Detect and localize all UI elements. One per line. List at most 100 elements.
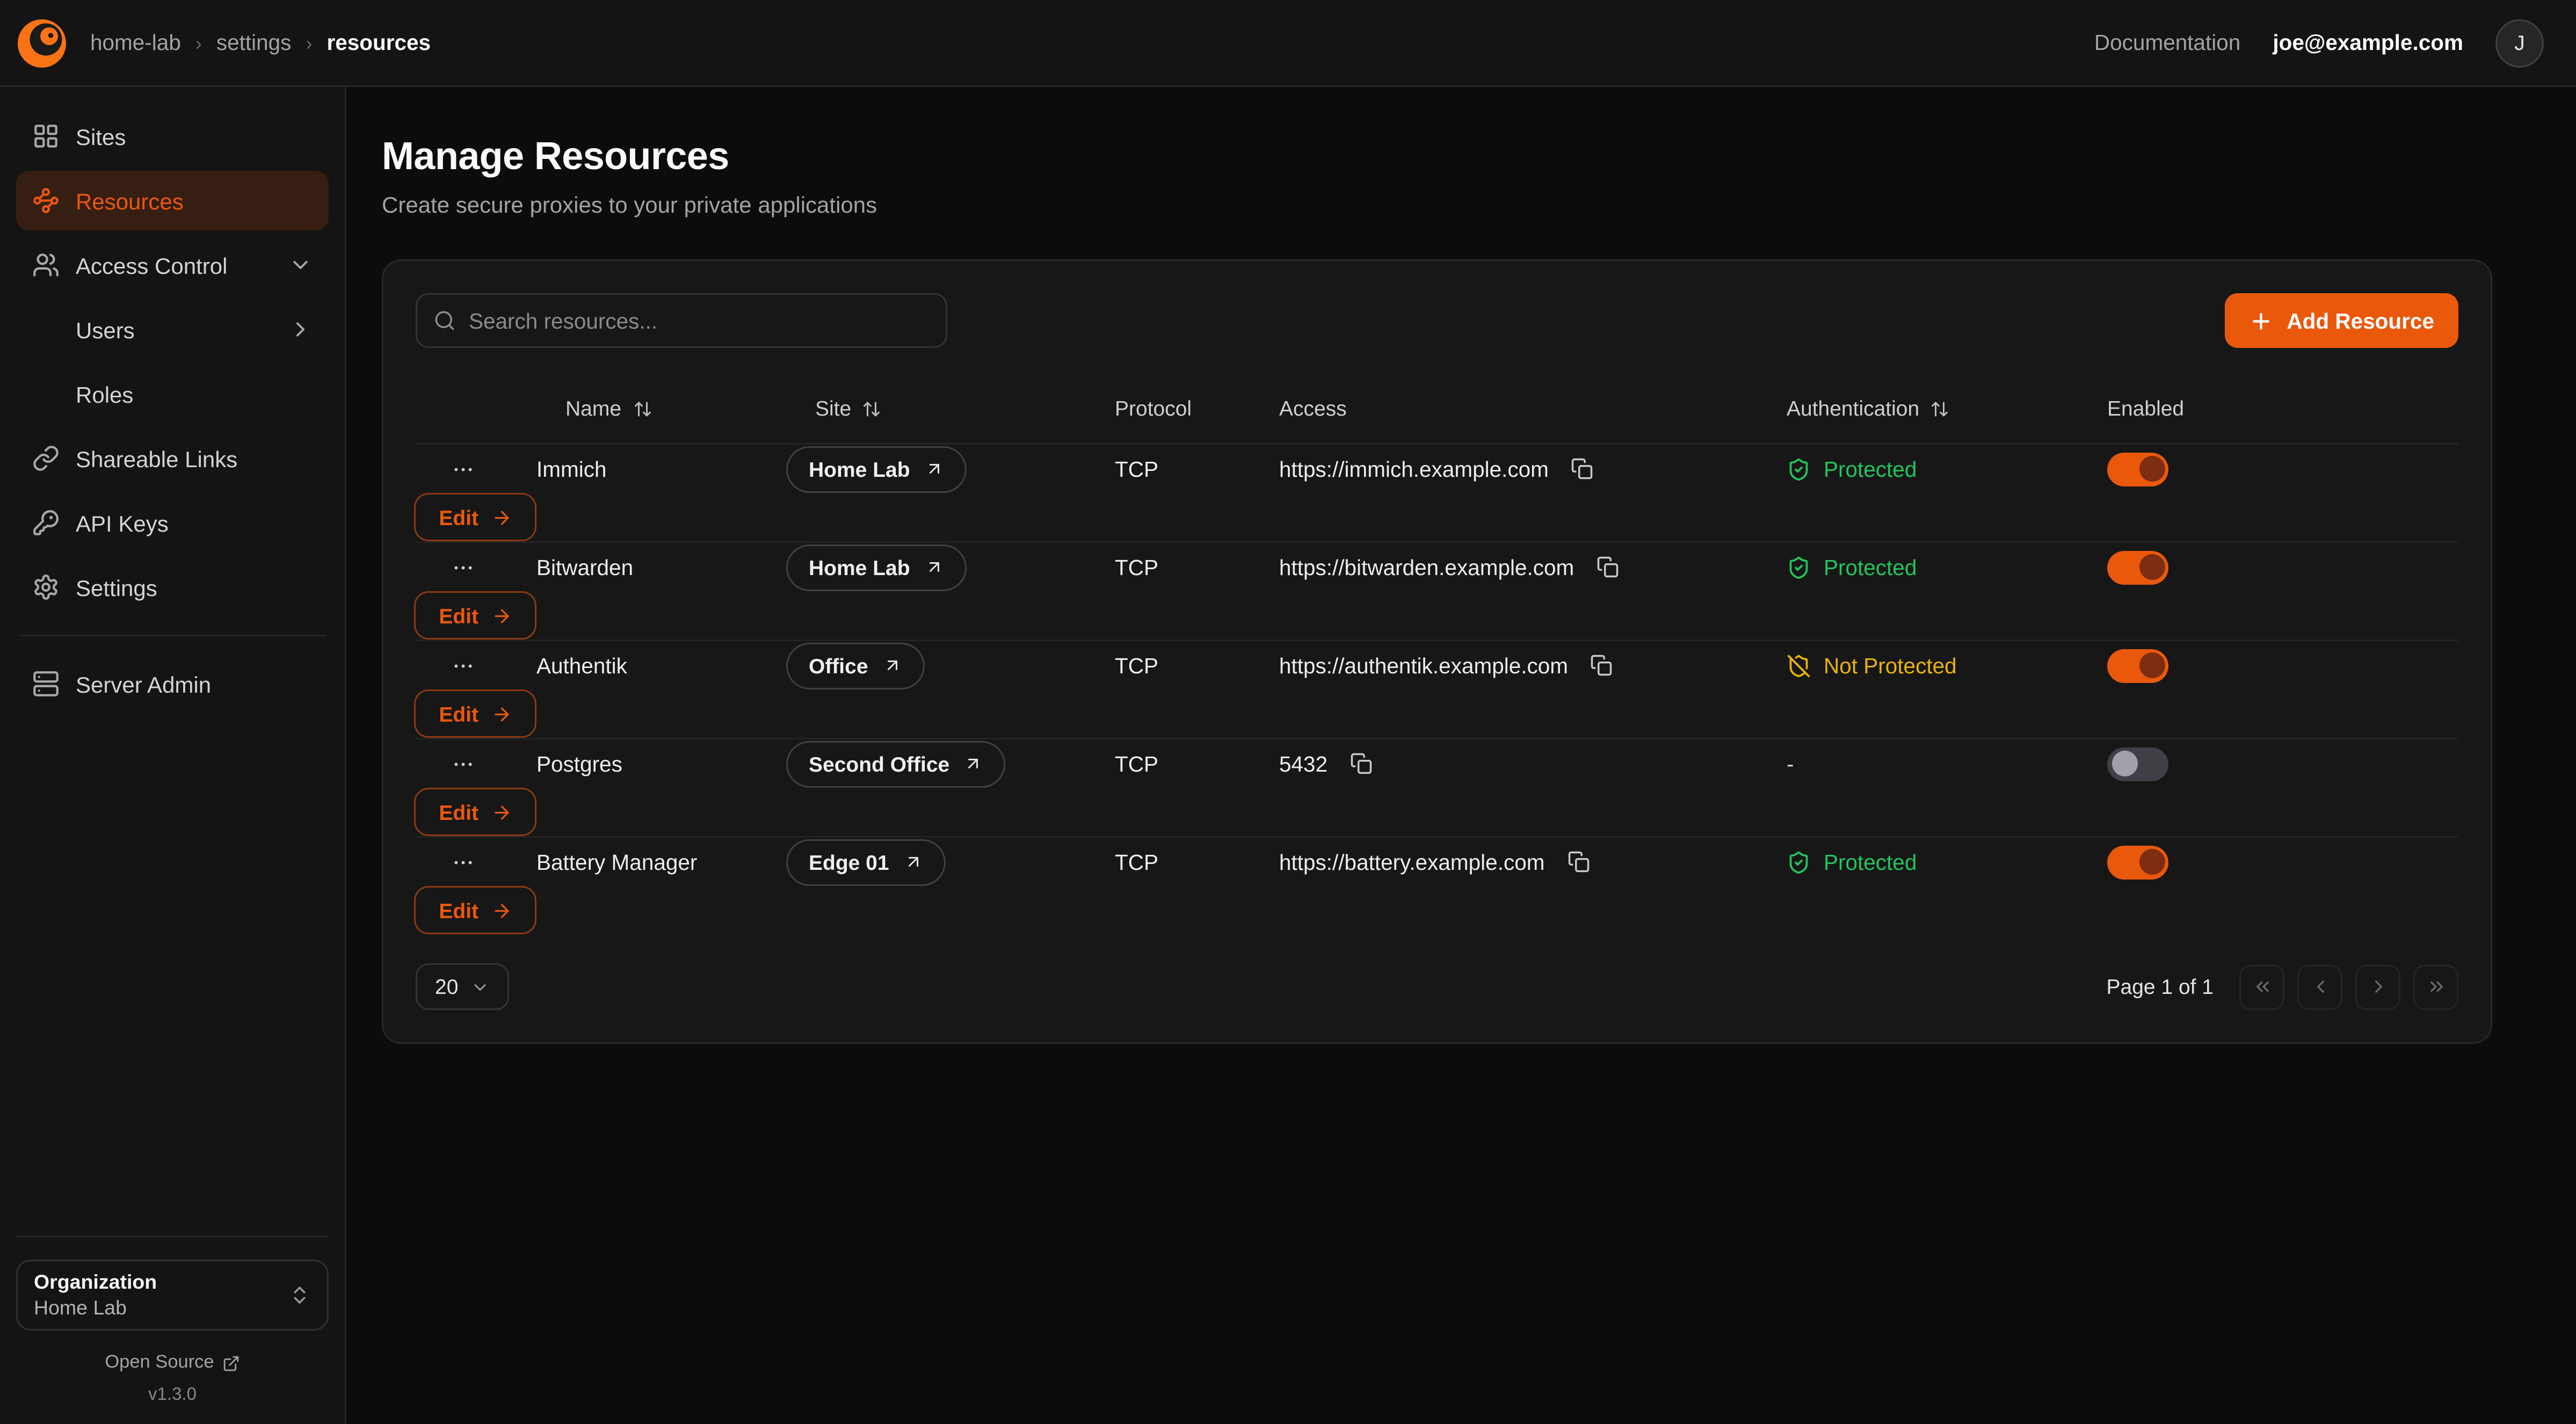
- table-row: Postgres Second Office TCP 5432 - Edit: [416, 739, 2458, 838]
- resource-protocol: TCP: [1115, 457, 1279, 481]
- first-page-button[interactable]: [2239, 964, 2284, 1009]
- breadcrumb-separator: ›: [306, 32, 312, 54]
- enabled-toggle[interactable]: [2107, 550, 2168, 584]
- resource-protocol: TCP: [1115, 752, 1279, 776]
- row-actions-button[interactable]: [438, 641, 487, 689]
- row-actions-button[interactable]: [438, 838, 487, 886]
- copy-button[interactable]: [1342, 744, 1381, 783]
- table-row: Battery Manager Edge 01 TCP https://batt…: [416, 838, 2458, 934]
- sort-icon: [633, 399, 652, 418]
- breadcrumb-org[interactable]: home-lab: [90, 31, 181, 55]
- search-icon: [433, 309, 456, 332]
- sort-by-authentication[interactable]: Authentication: [1787, 396, 1950, 420]
- copy-button[interactable]: [1559, 842, 1598, 881]
- resource-protocol: TCP: [1115, 850, 1279, 874]
- pangolin-logo[interactable]: [16, 17, 68, 69]
- breadcrumb-separator: ›: [195, 32, 202, 54]
- site-link[interactable]: Second Office: [786, 740, 1006, 787]
- sidebar-item-users[interactable]: Users: [16, 300, 329, 359]
- breadcrumb-settings[interactable]: settings: [216, 31, 292, 55]
- organization-selector[interactable]: Organization Home Lab: [16, 1260, 329, 1331]
- chevron-left-icon: [2310, 976, 2331, 997]
- sidebar-nav: Sites Resources Access Control Users Rol…: [16, 106, 329, 714]
- arrow-right-icon: [491, 703, 512, 724]
- page-title: Manage Resources: [382, 135, 2492, 180]
- site-link[interactable]: Edge 01: [786, 839, 946, 885]
- site-link[interactable]: Home Lab: [786, 446, 967, 492]
- site-link[interactable]: Office: [786, 642, 925, 689]
- sidebar-item-settings[interactable]: Settings: [16, 557, 329, 617]
- documentation-link[interactable]: Documentation: [2094, 31, 2240, 55]
- sidebar-item-label: Shareable Links: [76, 446, 237, 471]
- external-link-icon: [222, 1354, 240, 1372]
- sidebar-item-label: Server Admin: [76, 671, 211, 697]
- sidebar-item-resources[interactable]: Resources: [16, 171, 329, 230]
- page-indicator: Page 1 of 1: [2107, 975, 2214, 999]
- external-arrow-icon: [904, 852, 923, 871]
- grid-icon: [32, 122, 60, 150]
- sidebar-item-shareable-links[interactable]: Shareable Links: [16, 428, 329, 488]
- shield-check-icon: [1787, 457, 1811, 481]
- edit-button[interactable]: Edit: [415, 788, 536, 836]
- sidebar-item-roles[interactable]: Roles: [16, 364, 329, 424]
- sidebar-item-label: Users: [76, 317, 135, 343]
- site-link[interactable]: Home Lab: [786, 544, 967, 591]
- edit-button[interactable]: Edit: [415, 591, 536, 640]
- avatar-initial: J: [2514, 31, 2525, 55]
- sidebar-item-access-control[interactable]: Access Control: [16, 235, 329, 295]
- copy-icon: [1571, 457, 1594, 480]
- sort-by-name[interactable]: Name: [536, 396, 652, 420]
- copy-button[interactable]: [1588, 548, 1627, 586]
- main-content: Manage Resources Create secure proxies t…: [346, 87, 2576, 1424]
- shield-off-icon: [1787, 653, 1811, 678]
- prev-page-button[interactable]: [2297, 964, 2342, 1009]
- search-wrap: [416, 293, 947, 348]
- sidebar-item-api-keys[interactable]: API Keys: [16, 493, 329, 553]
- auth-status: Protected: [1787, 555, 2107, 579]
- chevrons-up-down-icon: [288, 1284, 311, 1306]
- add-resource-button[interactable]: Add Resource: [2225, 293, 2458, 348]
- row-actions-button[interactable]: [438, 445, 487, 493]
- card-toolbar: Add Resource: [416, 293, 2458, 348]
- enabled-toggle[interactable]: [2107, 747, 2168, 781]
- edit-button[interactable]: Edit: [415, 493, 536, 541]
- waypoints-icon: [32, 187, 60, 214]
- user-email[interactable]: joe@example.com: [2273, 31, 2463, 55]
- app-root: home-lab › settings › resources Document…: [0, 0, 2576, 1424]
- access-url: 5432: [1279, 752, 1327, 776]
- page-size-select[interactable]: 20: [416, 963, 510, 1010]
- enabled-toggle[interactable]: [2107, 649, 2168, 682]
- external-arrow-icon: [964, 754, 983, 773]
- key-icon: [32, 509, 60, 536]
- edit-button[interactable]: Edit: [415, 689, 536, 738]
- row-actions-button[interactable]: [438, 739, 487, 788]
- sidebar-item-sites[interactable]: Sites: [16, 106, 329, 166]
- enabled-toggle[interactable]: [2107, 845, 2168, 879]
- arrow-right-icon: [491, 900, 512, 921]
- open-source-link[interactable]: Open Source: [16, 1353, 329, 1372]
- auth-status: -: [1787, 752, 2107, 776]
- edit-button[interactable]: Edit: [415, 886, 536, 934]
- enabled-toggle[interactable]: [2107, 452, 2168, 486]
- chevron-right-icon: [288, 317, 313, 342]
- resource-name: Authentik: [536, 653, 786, 678]
- search-input[interactable]: [416, 293, 947, 348]
- arrow-right-icon: [491, 802, 512, 823]
- sidebar-item-server-admin[interactable]: Server Admin: [16, 654, 329, 714]
- sidebar-item-label: Resources: [76, 188, 184, 214]
- gear-icon: [32, 573, 60, 601]
- next-page-button[interactable]: [2355, 964, 2400, 1009]
- sort-by-site[interactable]: Site: [786, 396, 882, 420]
- last-page-button[interactable]: [2413, 964, 2458, 1009]
- column-enabled: Enabled: [2107, 396, 2184, 420]
- row-actions-button[interactable]: [438, 543, 487, 591]
- arrow-right-icon: [491, 507, 512, 528]
- sidebar-item-label: Access Control: [76, 252, 227, 278]
- chevrons-right-icon: [2426, 976, 2447, 997]
- copy-button[interactable]: [1583, 646, 1621, 685]
- avatar[interactable]: J: [2495, 19, 2544, 67]
- server-icon: [32, 670, 60, 698]
- copy-button[interactable]: [1563, 449, 1602, 488]
- sidebar-item-label: API Keys: [76, 510, 169, 536]
- ellipsis-icon: [451, 457, 475, 481]
